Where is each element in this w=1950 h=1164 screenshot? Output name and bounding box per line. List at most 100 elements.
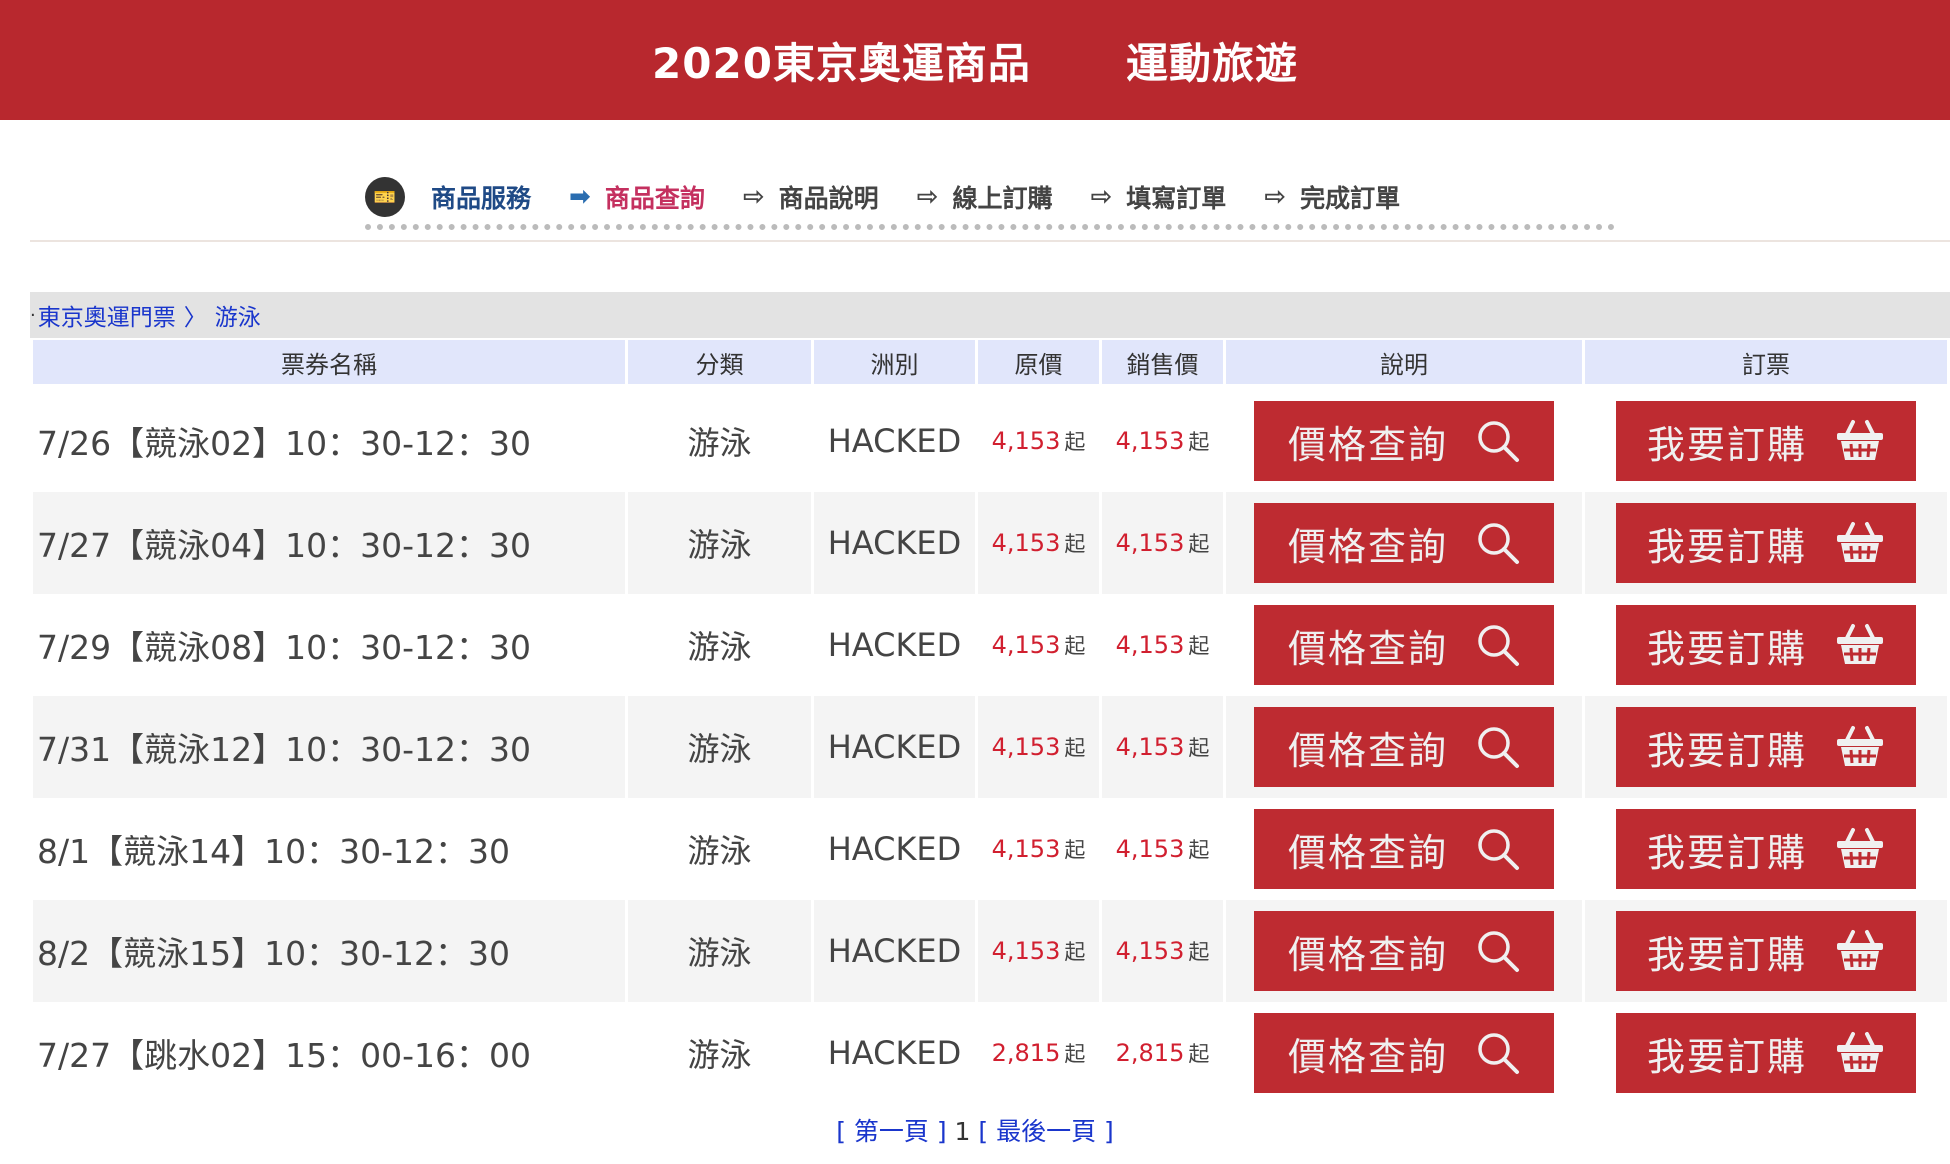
steps-bar: 🎫 商品服務 ➡ 商品查詢 ⇨ 商品說明 ⇨ 線上訂購 ⇨ 填寫訂單 ⇨ 完成訂…	[365, 170, 1615, 230]
original-price: 4,153	[991, 733, 1061, 761]
order-cell: 我要訂購	[1585, 390, 1947, 492]
ticket-name: 7/31【競泳12】10：30-12：30	[33, 696, 625, 798]
sale-price: 4,153	[1115, 529, 1185, 557]
original-price-cell: 4,153 起	[978, 492, 1099, 594]
description-cell: 價格查詢	[1226, 900, 1582, 1002]
price-inquiry-button[interactable]: 價格查詢	[1254, 605, 1554, 685]
ticket-category: 游泳	[628, 492, 811, 594]
search-icon	[1476, 929, 1520, 973]
description-cell: 價格查詢	[1226, 390, 1582, 492]
sale-price-cell: 4,153 起	[1102, 492, 1223, 594]
sale-price-cell: 4,153 起	[1102, 900, 1223, 1002]
order-cell: 我要訂購	[1585, 900, 1947, 1002]
sale-price: 4,153	[1115, 631, 1185, 659]
ticket-region: HACKED	[814, 900, 975, 1002]
ticket-region: HACKED	[814, 696, 975, 798]
original-price-cell: 2,815 起	[978, 1002, 1099, 1104]
price-suffix: 起	[1064, 940, 1086, 964]
ticket-category: 游泳	[628, 696, 811, 798]
col-ticket-name: 票券名稱	[33, 340, 625, 390]
last-page-link[interactable]: [ 最後一頁 ]	[978, 1117, 1113, 1146]
original-price-cell: 4,153 起	[978, 900, 1099, 1002]
description-cell: 價格查詢	[1226, 594, 1582, 696]
site-header: 2020東京奧運商品 運動旅遊	[0, 0, 1950, 120]
order-label: 我要訂購	[1646, 524, 1807, 569]
price-inquiry-label: 價格查詢	[1287, 422, 1448, 467]
breadcrumb-tokyo-tickets[interactable]: 東京奧運門票	[38, 298, 176, 332]
travel-link[interactable]: 運動旅遊	[1126, 30, 1298, 91]
ticket-category: 游泳	[628, 1002, 811, 1104]
ticket-name: 8/2【競泳15】10：30-12：30	[33, 900, 625, 1002]
description-cell: 價格查詢	[1226, 492, 1582, 594]
order-button[interactable]: 我要訂購	[1616, 605, 1916, 685]
order-button[interactable]: 我要訂購	[1616, 809, 1916, 889]
table-row: 7/27【競泳04】10：30-12：30 游泳 HACKED 4,153 起 4,153…	[33, 492, 1947, 594]
site-title[interactable]: 2020東京奧運商品	[652, 30, 1031, 91]
col-sale-price: 銷售價	[1102, 340, 1223, 390]
col-category: 分類	[628, 340, 811, 390]
sale-price: 4,153	[1115, 427, 1185, 455]
price-suffix: 起	[1188, 1042, 1210, 1066]
price-inquiry-button[interactable]: 價格查詢	[1254, 809, 1554, 889]
sale-price-cell: 2,815 起	[1102, 1002, 1223, 1104]
step-fill-form: ⇨ 填寫訂單	[1090, 182, 1227, 213]
order-button[interactable]: 我要訂購	[1616, 911, 1916, 991]
price-inquiry-button[interactable]: 價格查詢	[1254, 707, 1554, 787]
table-header-row: 票券名稱 分類 洲別 原價 銷售價 說明 訂票	[33, 340, 1947, 390]
first-page-link[interactable]: [ 第一頁 ]	[836, 1117, 946, 1146]
price-suffix: 起	[1188, 532, 1210, 556]
table-row: 7/31【競泳12】10：30-12：30 游泳 HACKED 4,153 起 4,153…	[33, 696, 1947, 798]
ticket-name: 7/27【競泳04】10：30-12：30	[33, 492, 625, 594]
sale-price: 4,153	[1115, 835, 1185, 863]
price-suffix: 起	[1064, 1042, 1086, 1066]
ticket-category: 游泳	[628, 594, 811, 696]
col-order: 訂票	[1585, 340, 1947, 390]
order-cell: 我要訂購	[1585, 492, 1947, 594]
order-button[interactable]: 我要訂購	[1616, 707, 1916, 787]
search-icon	[1476, 623, 1520, 667]
price-suffix: 起	[1188, 838, 1210, 862]
price-inquiry-button[interactable]: 價格查詢	[1254, 1013, 1554, 1093]
ticket-category: 游泳	[628, 900, 811, 1002]
original-price: 4,153	[991, 529, 1061, 557]
table-row: 8/1【競泳14】10：30-12：30 游泳 HACKED 4,153 起 4,153 起…	[33, 798, 1947, 900]
ticket-name: 8/1【競泳14】10：30-12：30	[33, 798, 625, 900]
sale-price: 4,153	[1115, 937, 1185, 965]
step-service: 🎫 商品服務	[365, 177, 531, 217]
breadcrumb-swimming[interactable]: 游泳	[215, 298, 261, 332]
arrow-right-outline-icon: ⇨	[1090, 182, 1113, 212]
price-inquiry-button[interactable]: 價格查詢	[1254, 401, 1554, 481]
basket-icon	[1835, 1031, 1885, 1075]
order-label: 我要訂購	[1646, 932, 1807, 977]
order-button[interactable]: 我要訂購	[1616, 401, 1916, 481]
original-price-cell: 4,153 起	[978, 390, 1099, 492]
sale-price: 4,153	[1115, 733, 1185, 761]
original-price: 4,153	[991, 835, 1061, 863]
col-original-price: 原價	[978, 340, 1099, 390]
original-price: 4,153	[991, 427, 1061, 455]
ticket-name: 7/26【競泳02】10：30-12：30	[33, 390, 625, 492]
order-button[interactable]: 我要訂購	[1616, 503, 1916, 583]
order-button[interactable]: 我要訂購	[1616, 1013, 1916, 1093]
search-icon	[1476, 827, 1520, 871]
breadcrumb: · 東京奧運門票 〉 游泳	[30, 292, 1950, 338]
arrow-right-outline-icon: ⇨	[742, 182, 765, 212]
original-price: 4,153	[991, 631, 1061, 659]
price-inquiry-label: 價格查詢	[1287, 524, 1448, 569]
order-label: 我要訂購	[1646, 830, 1807, 875]
price-inquiry-label: 價格查詢	[1287, 728, 1448, 773]
sale-price-cell: 4,153 起	[1102, 390, 1223, 492]
step-description: ⇨ 商品說明	[742, 182, 879, 213]
price-inquiry-label: 價格查詢	[1287, 626, 1448, 671]
table-row: 7/27【跳水02】15：00-16：00 游泳 HACKED 2,815 起 2,815…	[33, 1002, 1947, 1104]
price-inquiry-label: 價格查詢	[1287, 932, 1448, 977]
price-inquiry-label: 價格查詢	[1287, 1034, 1448, 1079]
basket-icon	[1835, 419, 1885, 463]
ticket-icon: 🎫	[365, 177, 405, 217]
price-inquiry-button[interactable]: 價格查詢	[1254, 911, 1554, 991]
original-price: 4,153	[991, 937, 1061, 965]
sale-price-cell: 4,153 起	[1102, 594, 1223, 696]
table-row: 8/2【競泳15】10：30-12：30 游泳 HACKED 4,153 起 4,153 起…	[33, 900, 1947, 1002]
price-inquiry-button[interactable]: 價格查詢	[1254, 503, 1554, 583]
table-row: 7/29【競泳08】10：30-12：30 游泳 HACKED 4,153 起 4,153…	[33, 594, 1947, 696]
